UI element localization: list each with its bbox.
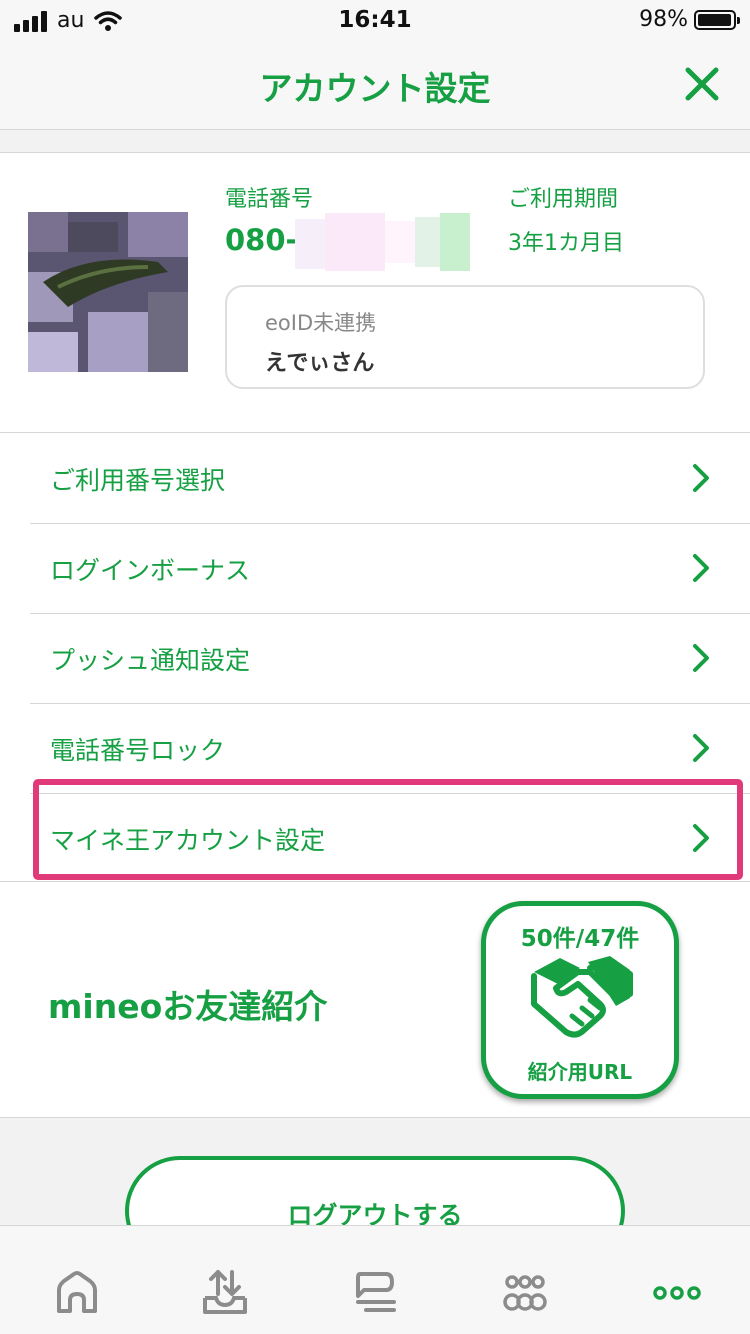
upload-tray-icon[interactable] <box>200 1268 250 1318</box>
phone-number-label: 電話番号 <box>225 187 314 212</box>
chevron-right-icon <box>693 734 709 762</box>
community-icon[interactable] <box>500 1268 550 1318</box>
usage-period-label: ご利用期間 <box>508 187 619 212</box>
referral-title: mineoお友達紹介 <box>48 987 328 1026</box>
redacted-phone-number <box>295 213 470 271</box>
menu-item-phone-lock[interactable]: 電話番号ロック <box>0 703 750 793</box>
close-icon[interactable] <box>680 62 724 106</box>
more-icon[interactable] <box>652 1268 702 1318</box>
nav-bar: アカウント設定 <box>0 42 750 130</box>
referral-url-button[interactable]: 50件/47件 紹介用URL <box>481 901 679 1099</box>
battery-level <box>698 13 732 26</box>
referral-section: mineoお友達紹介 50件/47件 紹介用URL <box>0 882 750 1118</box>
tab-bar <box>0 1225 750 1334</box>
menu-item-push-notification[interactable]: プッシュ通知設定 <box>0 613 750 703</box>
battery-icon <box>694 9 740 30</box>
menu-item-maineo-account[interactable]: マイネ王アカウント設定 <box>0 793 750 883</box>
eoid-box: eoID未連携 えでぃさん <box>225 285 705 389</box>
handshake-icon <box>531 956 633 1038</box>
menu-item-label: マイネ王アカウント設定 <box>50 826 326 855</box>
menu-item-label: ログインボーナス <box>50 556 251 585</box>
chevron-right-icon <box>693 554 709 582</box>
chevron-right-icon <box>693 464 709 492</box>
chat-icon[interactable] <box>350 1268 400 1318</box>
profile-card: 電話番号 080- ご利用期間 3年1カ月目 eoID未連携 えでぃさん <box>0 152 750 433</box>
eoid-status: eoID未連携 <box>265 311 377 335</box>
status-bar: au 16:41 98% <box>0 0 750 42</box>
status-right: 98% <box>639 7 740 32</box>
menu-item-label: プッシュ通知設定 <box>50 646 251 675</box>
clock: 16:41 <box>338 7 412 33</box>
phone-number-value: 080- <box>225 223 298 257</box>
page-title: アカウント設定 <box>259 69 491 108</box>
user-name: えでぃさん <box>265 351 375 376</box>
chevron-right-icon <box>693 824 709 852</box>
avatar[interactable] <box>28 212 188 372</box>
home-icon[interactable] <box>52 1268 102 1318</box>
menu-item-number-select[interactable]: ご利用番号選択 <box>0 433 750 523</box>
menu-item-login-bonus[interactable]: ログインボーナス <box>0 523 750 613</box>
referral-url-label: 紹介用URL <box>527 1060 633 1084</box>
menu-item-label: 電話番号ロック <box>50 736 226 765</box>
settings-menu: ご利用番号選択 ログインボーナス プッシュ通知設定 電話番号ロック マイネ王アカ… <box>0 433 750 883</box>
usage-period-value: 3年1カ月目 <box>508 231 624 256</box>
menu-item-label: ご利用番号選択 <box>50 466 226 495</box>
chevron-right-icon <box>693 644 709 672</box>
referral-count: 50件/47件 <box>520 926 640 952</box>
battery-percent: 98% <box>639 7 688 32</box>
